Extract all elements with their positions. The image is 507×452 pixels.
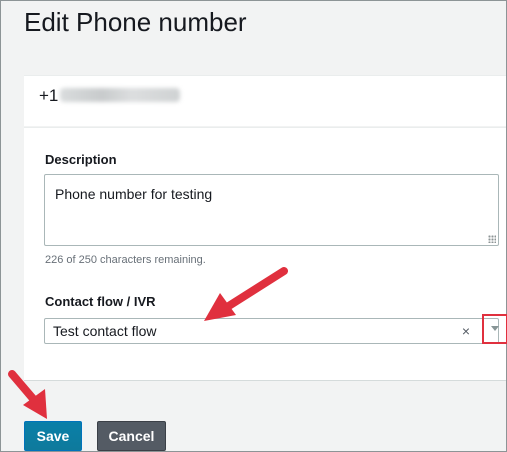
save-button[interactable]: Save	[24, 421, 82, 451]
page-title: Edit Phone number	[24, 7, 247, 37]
dropdown-toggle-highlight[interactable]	[482, 314, 507, 344]
phone-number-display: +1	[24, 75, 506, 126]
clear-icon[interactable]: ×	[462, 322, 470, 340]
contact-flow-value: Test contact flow	[53, 323, 157, 339]
window-frame: Edit Phone number +1 Description Phone n…	[0, 0, 507, 452]
cancel-button[interactable]: Cancel	[97, 421, 166, 451]
phone-number-text: +1	[39, 86, 181, 106]
description-value: Phone number for testing	[55, 186, 213, 202]
phone-country-code: +1	[39, 86, 59, 105]
edit-form-panel: Description Phone number for testing 226…	[24, 127, 507, 381]
contact-flow-select[interactable]: Test contact flow ×	[44, 314, 507, 344]
resize-grip-icon[interactable]	[488, 235, 496, 243]
contact-flow-label: Contact flow / IVR	[45, 294, 156, 309]
redacted-phone-digits	[60, 88, 181, 103]
description-label: Description	[45, 152, 117, 167]
character-count-hint: 226 of 250 characters remaining.	[45, 254, 206, 266]
description-textarea[interactable]: Phone number for testing	[44, 174, 499, 246]
chevron-down-icon	[491, 326, 499, 331]
